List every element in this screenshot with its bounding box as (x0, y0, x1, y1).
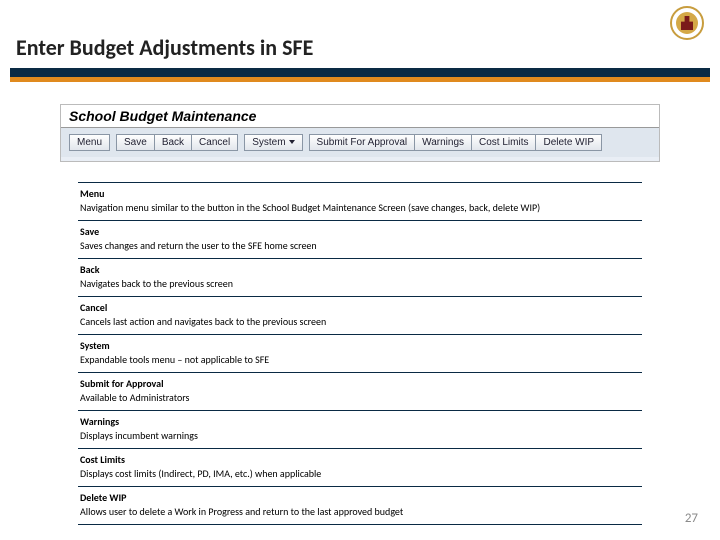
definition-row: Menu Navigation menu similar to the butt… (78, 182, 642, 220)
definition-term: Delete WIP (80, 491, 640, 504)
definition-desc: Cancels last action and navigates back t… (80, 314, 640, 328)
chevron-down-icon (289, 140, 295, 144)
cost-limits-button[interactable]: Cost Limits (472, 134, 536, 151)
definition-term: Submit for Approval (80, 377, 640, 390)
definition-term: Back (80, 263, 640, 276)
definition-desc: Displays cost limits (Indirect, PD, IMA,… (80, 466, 640, 480)
definition-term: Cancel (80, 301, 640, 314)
definition-row: System Expandable tools menu – not appli… (78, 334, 642, 372)
system-button[interactable]: System (244, 134, 302, 151)
definition-term: Menu (80, 187, 640, 200)
definition-desc: Allows user to delete a Work in Progress… (80, 504, 640, 518)
definition-desc: Navigates back to the previous screen (80, 276, 640, 290)
definition-row: Delete WIP Allows user to delete a Work … (78, 486, 642, 525)
definition-term: Warnings (80, 415, 640, 428)
org-logo-figure (681, 16, 693, 30)
definition-desc: Expandable tools menu – not applicable t… (80, 352, 640, 366)
definitions-list: Menu Navigation menu similar to the butt… (78, 182, 642, 525)
org-logo-inner (676, 12, 698, 34)
save-button[interactable]: Save (116, 134, 155, 151)
rule-orange (10, 77, 710, 82)
definition-row: Submit for Approval Available to Adminis… (78, 372, 642, 410)
org-logo (670, 6, 704, 40)
toolbar: Menu Save Back Cancel System Submit For … (61, 128, 659, 157)
submit-for-approval-button[interactable]: Submit For Approval (309, 134, 416, 151)
definition-desc: Navigation menu similar to the button in… (80, 200, 640, 214)
definition-desc: Available to Administrators (80, 390, 640, 404)
definition-term: Cost Limits (80, 453, 640, 466)
window-title: School Budget Maintenance (61, 105, 659, 128)
definition-term: Save (80, 225, 640, 238)
definition-row: Warnings Displays incumbent warnings (78, 410, 642, 448)
page-title: Enter Budget Adjustments in SFE (16, 34, 313, 61)
system-button-label: System (252, 137, 285, 148)
delete-wip-button[interactable]: Delete WIP (536, 134, 602, 151)
page-number: 27 (685, 511, 698, 526)
warnings-button[interactable]: Warnings (415, 134, 472, 151)
definition-term: System (80, 339, 640, 352)
menu-button[interactable]: Menu (69, 134, 110, 151)
definition-row: Cancel Cancels last action and navigates… (78, 296, 642, 334)
definition-row: Back Navigates back to the previous scre… (78, 258, 642, 296)
toolbar-group-nav: Save Back Cancel (116, 134, 238, 151)
definition-desc: Displays incumbent warnings (80, 428, 640, 442)
toolbar-group-actions: Submit For Approval Warnings Cost Limits… (309, 134, 603, 151)
cancel-button[interactable]: Cancel (192, 134, 238, 151)
back-button[interactable]: Back (155, 134, 192, 151)
rule-dark (10, 68, 710, 77)
definition-row: Cost Limits Displays cost limits (Indire… (78, 448, 642, 486)
definition-desc: Saves changes and return the user to the… (80, 238, 640, 252)
app-screenshot: School Budget Maintenance Menu Save Back… (60, 104, 660, 162)
definition-row: Save Saves changes and return the user t… (78, 220, 642, 258)
